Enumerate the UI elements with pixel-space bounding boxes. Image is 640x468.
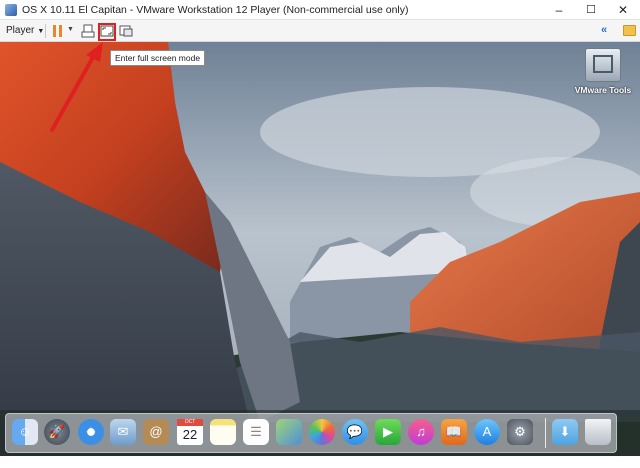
vmware-tools-icon — [585, 48, 621, 82]
full-screen-button-highlight — [98, 23, 116, 41]
mail-icon[interactable]: ✉ — [110, 419, 136, 445]
desktop-wallpaper — [0, 42, 640, 468]
ibooks-icon[interactable]: 📖 — [441, 419, 467, 445]
minimize-button[interactable]: – — [544, 0, 574, 20]
title-bar: OS X 10.11 El Capitan - VMware Workstati… — [0, 0, 640, 20]
player-menu-button[interactable]: Player ▼ — [6, 23, 44, 39]
window-title: OS X 10.11 El Capitan - VMware Workstati… — [22, 4, 409, 16]
calendar-day: 22 — [182, 427, 198, 442]
itunes-icon[interactable]: ♫ — [408, 419, 434, 445]
maps-icon[interactable] — [276, 419, 302, 445]
calendar-icon[interactable]: OCT 22 — [177, 419, 203, 445]
collapse-toolbar-icon[interactable]: « — [601, 24, 607, 36]
contacts-icon[interactable]: @ — [143, 419, 169, 445]
facetime-icon[interactable]: ▶ — [375, 419, 401, 445]
safari-icon[interactable]: ✦ — [78, 419, 104, 445]
notes-icon[interactable] — [210, 419, 236, 445]
shared-folder-icon[interactable] — [623, 25, 636, 36]
launchpad-icon[interactable]: 🚀 — [44, 419, 70, 445]
vmware-tools-desktop-icon[interactable]: VMware Tools — [572, 48, 634, 95]
toolbar: Player ▼ ▼ « — [0, 20, 640, 42]
vmware-app-icon — [5, 4, 17, 16]
messages-icon[interactable]: 💬 — [342, 419, 368, 445]
chevron-down-icon: ▼ — [37, 28, 45, 35]
send-ctrl-alt-del-icon[interactable] — [80, 23, 96, 39]
downloads-icon[interactable]: ⬇ — [552, 419, 578, 445]
window-bottom-edge — [0, 456, 640, 468]
close-button[interactable]: ✕ — [608, 0, 638, 20]
trash-icon[interactable] — [585, 419, 611, 445]
system-preferences-icon[interactable]: ⚙ — [507, 419, 533, 445]
pause-icon[interactable] — [53, 25, 63, 37]
pause-menu-chevron-icon[interactable]: ▼ — [67, 26, 74, 33]
finder-icon[interactable]: ☺ — [12, 419, 38, 445]
app-store-icon[interactable]: A — [474, 419, 500, 445]
reminders-icon[interactable]: ☰ — [243, 419, 269, 445]
full-screen-tooltip: Enter full screen mode — [110, 50, 206, 66]
dock-separator — [545, 418, 546, 448]
player-menu-label: Player — [6, 25, 35, 36]
maximize-button[interactable]: ☐ — [576, 0, 606, 20]
toolbar-divider — [45, 24, 46, 38]
photos-icon[interactable] — [309, 419, 335, 445]
vmware-tools-label: VMware Tools — [574, 85, 632, 95]
unity-mode-icon[interactable] — [118, 23, 134, 39]
